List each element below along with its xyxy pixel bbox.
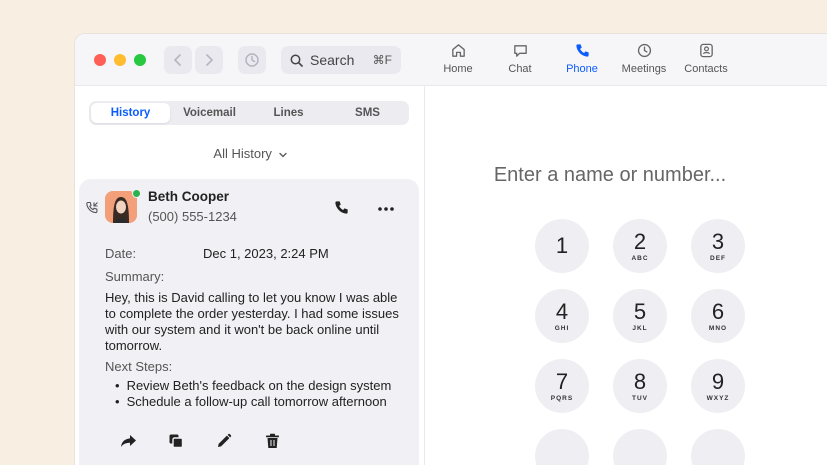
search-icon [290,54,303,67]
search-shortcut: ⌘F [372,53,392,67]
more-options-button[interactable] [377,199,395,217]
share-button[interactable] [115,433,141,449]
history-segmented-control: History Voicemail Lines SMS [89,101,409,125]
dial-key-5[interactable]: 5 JKL [613,289,667,343]
app-window: Search ⌘F Home Chat Phone Meetings Conta… [75,34,827,465]
chevron-right-icon [206,54,214,66]
dial-key-digit: 8 [633,368,647,394]
dial-key-1[interactable]: 1 [535,219,589,273]
list-item: Review Beth's feedback on the design sys… [115,378,392,394]
dial-key-9[interactable]: 9 WXYZ [691,359,745,413]
chat-icon [513,45,527,57]
dial-number-input[interactable]: Enter a name or number... [425,164,795,187]
list-item: Schedule a follow-up call tomorrow after… [115,394,391,410]
tab-contacts-label: Contacts [684,63,728,75]
main-tabs: Home Chat Phone Meetings Contacts [427,42,737,75]
more-icon [378,207,394,211]
search-input[interactable]: Search ⌘F [281,46,401,74]
chevron-left-icon [173,54,181,66]
tab-meetings[interactable]: Meetings [613,42,675,75]
tab-chat-label: Chat [508,63,532,75]
segment-sms[interactable]: SMS [328,103,407,123]
date-value: Dec 1, 2023, 2:24 PM [203,246,329,261]
dial-key-letters: ABC [631,254,649,262]
dial-key-letters: PQRS [550,394,574,402]
dial-key-digit: 2 [633,228,647,254]
segment-lines[interactable]: Lines [249,103,328,123]
dial-key-letters: GHI [554,324,570,332]
zoom-window-button[interactable] [134,54,146,66]
tab-home[interactable]: Home [427,42,489,75]
tab-contacts[interactable]: Contacts [675,42,737,75]
dial-key-7[interactable]: 7 PQRS [535,359,589,413]
tab-phone-label: Phone [566,63,598,75]
contact-name[interactable]: Beth Cooper [148,189,229,204]
tab-meetings-label: Meetings [621,63,667,75]
back-button[interactable] [164,46,192,74]
next-steps-label: Next Steps: [105,359,173,374]
dial-key-next-row[interactable] [613,429,667,465]
home-icon [451,44,465,57]
pencil-icon [218,433,232,447]
dial-key-digit: 1 [555,233,569,258]
close-window-button[interactable] [94,54,106,66]
dial-key-8[interactable]: 8 TUV [613,359,667,413]
segment-history[interactable]: History [91,103,170,123]
dial-key-6[interactable]: 6 MNO [691,289,745,343]
tab-phone[interactable]: Phone [551,42,613,75]
call-back-button[interactable] [333,199,350,221]
title-bar: Search ⌘F Home Chat Phone Meetings Conta… [75,34,827,86]
clock-icon [637,43,651,58]
dial-key-digit: 5 [633,298,647,324]
summary-label: Summary: [105,269,165,284]
incoming-call-icon [85,201,99,220]
dial-key-digit: 7 [555,368,569,394]
delete-button[interactable] [259,433,285,449]
history-filter-dropdown[interactable]: All History [75,146,425,161]
contacts-icon [699,43,713,58]
call-history-card[interactable]: Beth Cooper (500) 555-1234 Date: Dec 1, … [79,179,419,465]
presence-indicator [132,189,141,198]
recent-button[interactable] [238,46,266,74]
call-summary: Hey, this is David calling to let you kn… [105,290,399,353]
dial-key-3[interactable]: 3 DEF [691,219,745,273]
dial-key-4[interactable]: 4 GHI [535,289,589,343]
history-icon [245,53,259,67]
tab-chat[interactable]: Chat [489,42,551,75]
dial-key-next-row[interactable] [535,429,589,465]
tab-home-label: Home [443,63,473,75]
phone-icon [575,44,589,57]
contact-number: (500) 555-1234 [148,209,237,224]
dial-key-letters: TUV [632,394,648,402]
dialpad-panel: Enter a name or number... 1 2 ABC 3 DEF … [425,86,827,465]
share-icon [120,435,136,447]
dial-key-letters: JKL [632,324,648,332]
dial-key-digit: 3 [711,228,725,254]
dial-key-letters: WXYZ [706,394,730,402]
dial-key-2[interactable]: 2 ABC [613,219,667,273]
forward-button[interactable] [195,46,223,74]
card-actions [115,433,285,449]
next-steps-list: Review Beth's feedback on the design sys… [115,378,392,410]
segment-voicemail[interactable]: Voicemail [170,103,249,123]
dial-key-letters: DEF [710,254,726,262]
search-label: Search [310,52,355,68]
chevron-down-icon [278,152,287,157]
edit-button[interactable] [211,433,237,449]
phone-icon [335,201,348,214]
history-filter-label: All History [213,146,272,161]
history-panel: History Voicemail Lines SMS All History … [75,86,425,465]
trash-icon [265,433,279,448]
date-label: Date: [105,246,137,261]
dial-key-letters: MNO [708,324,728,332]
dial-key-digit: 4 [555,298,569,324]
copy-icon [169,434,184,449]
dial-key-digit: 6 [711,298,725,324]
dial-key-next-row[interactable] [691,429,745,465]
dial-key-digit: 9 [711,368,725,394]
copy-button[interactable] [163,433,189,449]
minimize-window-button[interactable] [114,54,126,66]
